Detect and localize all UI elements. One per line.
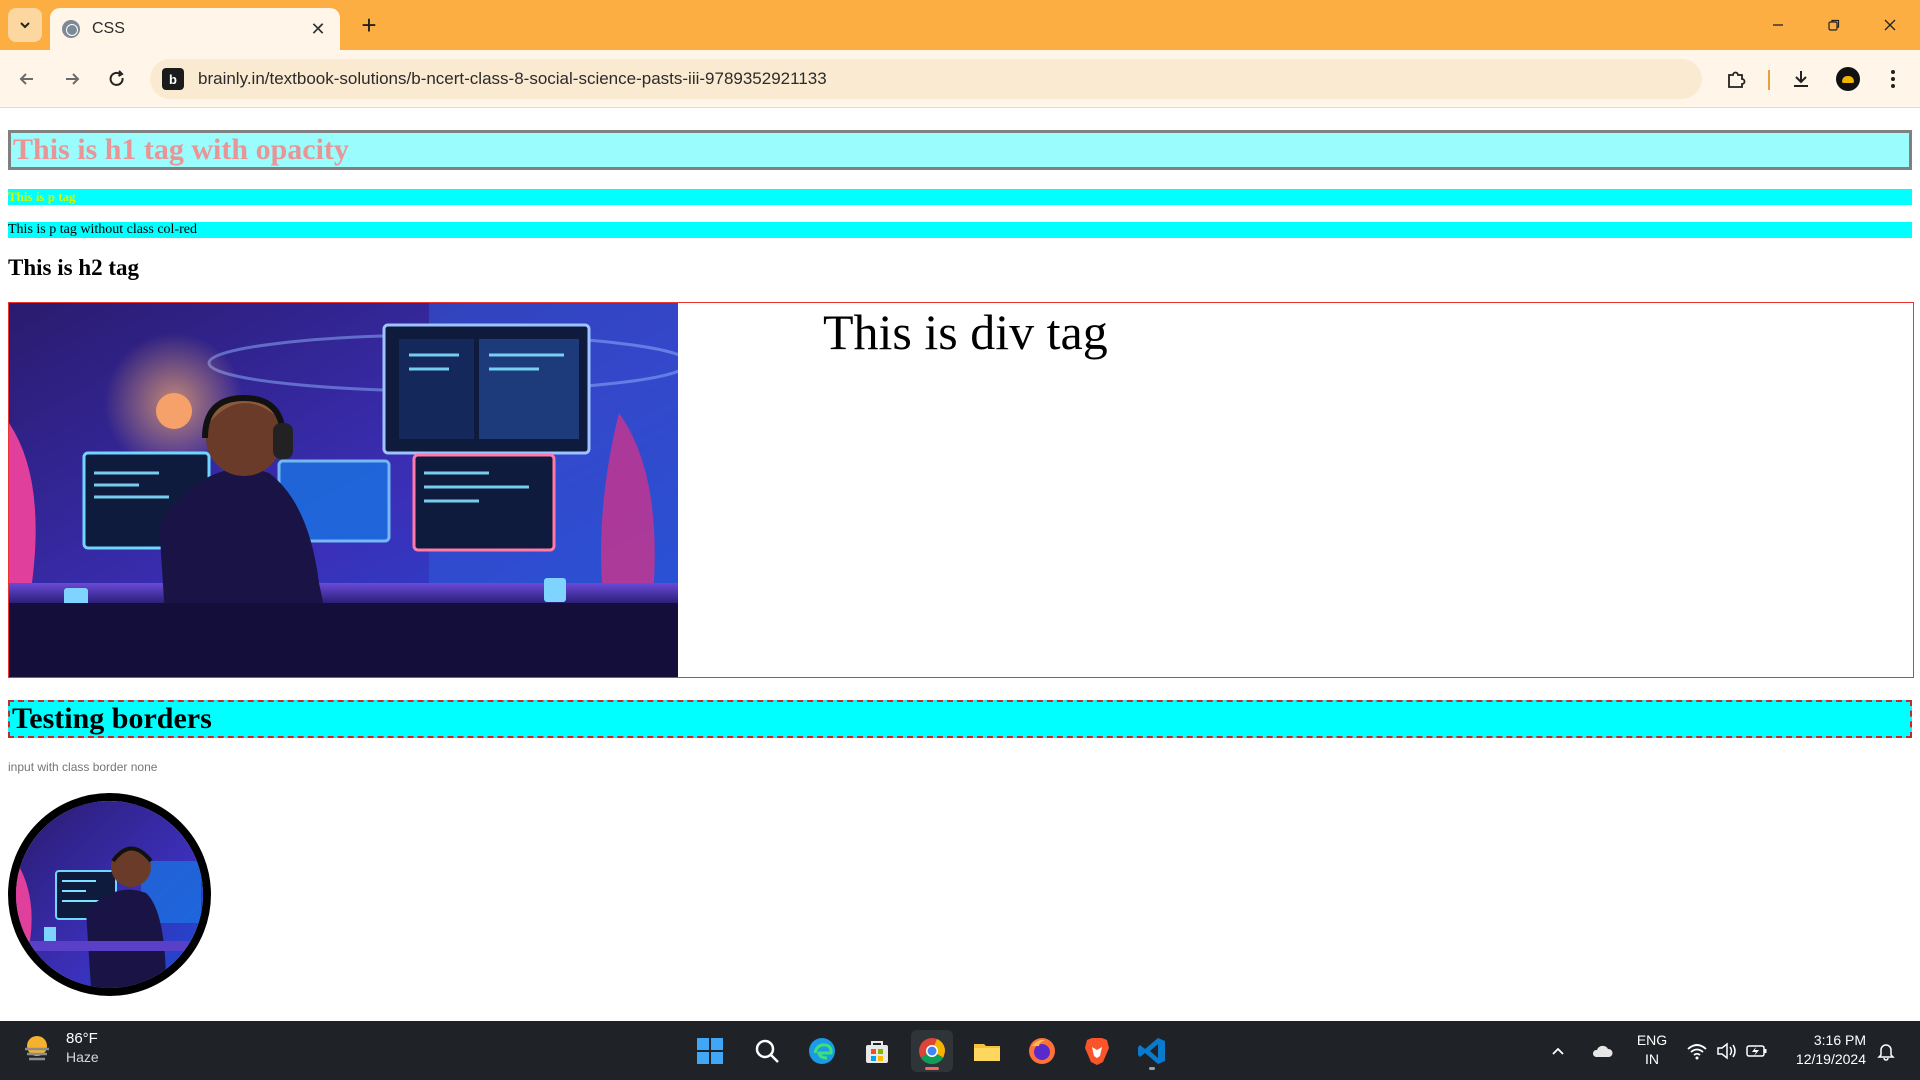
arrow-left-icon — [19, 73, 33, 85]
start-button[interactable] — [689, 1030, 731, 1072]
reload-button[interactable] — [100, 62, 134, 96]
taskbar-store[interactable] — [856, 1030, 898, 1072]
firefox-icon — [1029, 1038, 1055, 1064]
back-button[interactable] — [10, 62, 44, 96]
borderless-input[interactable] — [8, 758, 164, 776]
restore-icon — [1828, 19, 1840, 31]
minimize-button[interactable] — [1750, 0, 1806, 50]
windows-taskbar: 86°F Haze ENG IN 3:16 PM 12/19/2024 — [0, 1021, 1920, 1080]
clock-date: 12/19/2024 — [1795, 1051, 1866, 1067]
cloud-icon — [1592, 1045, 1613, 1057]
speaker-icon — [1717, 1041, 1736, 1060]
puzzle-icon — [1728, 71, 1746, 88]
address-bar[interactable]: b brainly.in/textbook-solutions/b-ncert-… — [150, 59, 1702, 99]
volume-button[interactable] — [1716, 1021, 1738, 1080]
search-icon — [755, 1039, 779, 1063]
active-app-indicator — [925, 1067, 939, 1070]
wifi-icon — [1687, 1043, 1707, 1059]
edge-icon — [809, 1038, 835, 1064]
p-plain-bar: This is p tag without class col-red — [8, 222, 1912, 238]
tab-title: CSS — [92, 20, 125, 37]
div-text: This is div tag — [823, 304, 1108, 360]
testing-borders-heading: Testing borders — [12, 702, 212, 735]
taskbar-search[interactable] — [746, 1030, 788, 1072]
globe-icon — [62, 20, 80, 38]
running-app-indicator — [1149, 1067, 1155, 1070]
h1-opacity-block: This is h1 tag with opacity — [8, 130, 1912, 170]
wifi-button[interactable] — [1686, 1021, 1708, 1080]
weather-widget[interactable]: 86°F Haze — [20, 1029, 99, 1067]
notification-bell-icon — [1877, 1043, 1895, 1061]
minimize-icon — [1773, 24, 1783, 26]
close-tab-icon[interactable]: ✕ — [308, 19, 328, 40]
div-block: This is div tag — [8, 302, 1914, 678]
circular-developer-image — [8, 793, 211, 996]
download-icon — [1794, 71, 1808, 87]
extensions-button[interactable] — [1719, 62, 1753, 96]
taskbar-brave[interactable] — [1076, 1030, 1118, 1072]
language-indicator[interactable]: ENG IN — [1634, 1031, 1670, 1069]
clock-time: 3:16 PM — [1813, 1032, 1866, 1048]
browser-toolbar: b brainly.in/textbook-solutions/b-ncert-… — [0, 50, 1920, 108]
profile-avatar[interactable] — [1836, 67, 1860, 91]
store-icon — [866, 1041, 888, 1063]
taskbar-vscode[interactable] — [1131, 1030, 1173, 1072]
close-window-button[interactable] — [1862, 0, 1918, 50]
taskbar-edge[interactable] — [801, 1030, 843, 1072]
more-vertical-icon — [1891, 70, 1895, 88]
downloads-button[interactable] — [1784, 62, 1818, 96]
menu-button[interactable] — [1876, 62, 1910, 96]
close-icon — [1884, 19, 1896, 31]
show-hidden-icons-button[interactable] — [1550, 1021, 1566, 1080]
onedrive-button[interactable] — [1590, 1021, 1614, 1080]
vscode-icon — [1138, 1038, 1165, 1064]
folder-icon — [974, 1044, 1000, 1061]
restore-button[interactable] — [1806, 0, 1862, 50]
reload-icon — [109, 70, 124, 86]
haze-sun-icon — [25, 1036, 49, 1061]
browser-tab-strip: CSS ✕ + — [0, 0, 1920, 50]
toolbar-divider — [1768, 70, 1770, 90]
system-clock[interactable]: 3:16 PM 12/19/2024 — [1780, 1031, 1866, 1069]
weather-temperature: 86°F — [66, 1030, 98, 1047]
crown-icon — [1842, 75, 1854, 83]
page-viewport: This is h1 tag with opacity This is p ta… — [0, 109, 1920, 1021]
taskbar-chrome[interactable] — [911, 1030, 953, 1072]
h1-heading: This is h1 tag with opacity — [13, 133, 349, 166]
notifications-button[interactable] — [1876, 1021, 1896, 1080]
developer-illustration-image — [9, 303, 678, 677]
h2-heading: This is h2 tag — [8, 255, 140, 280]
forward-button[interactable] — [55, 62, 89, 96]
p-colored-bar: This is p tag — [8, 189, 1912, 205]
chevron-up-icon — [1552, 1047, 1564, 1055]
chrome-icon — [919, 1038, 945, 1065]
weather-condition: Haze — [66, 1049, 99, 1065]
p-plain-text: This is p tag without class col-red — [8, 222, 197, 237]
language-code: ENG — [1636, 1032, 1668, 1048]
battery-button[interactable] — [1746, 1021, 1768, 1080]
browser-tab-active[interactable]: CSS ✕ — [50, 8, 340, 50]
p-colored-text: This is p tag — [8, 189, 76, 204]
battery-charging-icon — [1746, 1044, 1767, 1057]
url-text: brainly.in/textbook-solutions/b-ncert-cl… — [198, 69, 827, 88]
taskbar-file-explorer[interactable] — [966, 1030, 1008, 1072]
chevron-down-icon — [20, 22, 30, 29]
windows-logo-icon — [697, 1038, 723, 1064]
site-info-icon[interactable]: b — [162, 68, 184, 90]
tab-search-button[interactable] — [8, 8, 42, 42]
brave-icon — [1085, 1038, 1109, 1065]
arrow-right-icon — [66, 73, 80, 85]
new-tab-button[interactable]: + — [352, 8, 386, 42]
region-code: IN — [1645, 1051, 1659, 1067]
testing-borders-block: Testing borders — [8, 700, 1912, 738]
taskbar-firefox[interactable] — [1021, 1030, 1063, 1072]
